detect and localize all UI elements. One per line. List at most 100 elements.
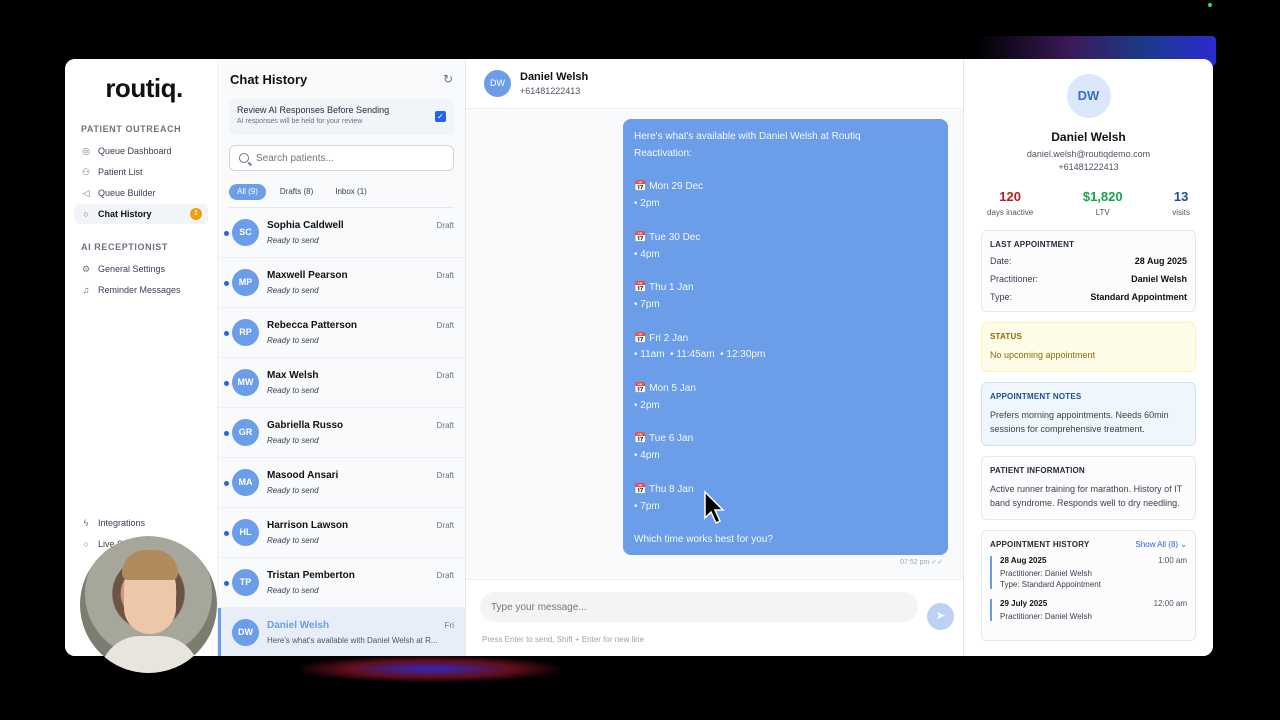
message-input[interactable] [480,592,918,622]
avatar: MP [232,269,259,296]
tab-all[interactable]: All (9) [229,184,266,200]
sidebar-item-patient-list[interactable]: ⚇ Patient List [74,162,208,182]
target-icon: ◎ [82,146,90,156]
conversation-item[interactable]: TP Tristan Pemberton Ready to send Draft [218,558,465,608]
message-line: 📅 Mon 29 Dec [634,181,704,193]
stat-value: 13 [1173,189,1189,204]
history-practitioner: Practitioner: Daniel Welsh [1000,569,1092,578]
search-input[interactable] [256,152,436,164]
chat-list-panel: Chat History ↻ Review AI Responses Befor… [217,59,466,656]
message-line: • 7pm [634,500,660,512]
patient-name: Daniel Welsh [1051,130,1126,144]
message-line [634,515,937,532]
value: Daniel Welsh [1131,274,1187,284]
conversation-name: Maxwell Pearson [267,270,348,281]
conversation-preview: Ready to send [267,536,319,545]
stat-visits: 13 visits [1172,189,1190,217]
filter-tabs: All (9) Drafts (8) Inbox (1) [229,184,454,208]
review-checkbox[interactable]: ✓ [435,111,446,122]
conversation-item[interactable]: HL Harrison Lawson Ready to send Draft [218,508,465,558]
sidebar-item-queue-dashboard[interactable]: ◎ Queue Dashboard [74,141,208,161]
conversation-name: Daniel Welsh [267,620,330,631]
sidebar-item-integrations[interactable]: ϟ Integrations [74,513,208,533]
chat-icon: ○ [83,209,89,219]
message-line: • 2pm [634,399,660,411]
nav-section-outreach: PATIENT OUTREACH [81,124,182,134]
sidebar-item-chat-history[interactable]: ○ Chat History 1 [74,204,208,224]
bolt-icon: ϟ [83,518,89,528]
conversation-item[interactable]: GR Gabriella Russo Ready to send Draft [218,408,465,458]
review-title: Review AI Responses Before Sending [237,105,390,115]
unread-dot [224,481,229,486]
message-timestamp: 07:52 pm ✓✓ [900,559,943,566]
history-type: Type: Standard Appointment [1000,580,1101,589]
sidebar-item-label: General Settings [98,264,166,274]
tab-drafts[interactable]: Drafts (8) [272,184,321,200]
patient-stats: 120 days inactive $1,820 LTV 13 visits [981,189,1196,217]
conversation-tag: Draft [436,271,454,280]
tab-inbox[interactable]: Inbox (1) [327,184,375,200]
conversation-preview: Ready to send [267,336,319,345]
history-item[interactable]: 28 Aug 2025 1:00 am Practitioner: Daniel… [990,556,1187,589]
message-line [634,263,937,280]
message-line [634,364,937,381]
message-line: Which time works best for you? [634,534,773,546]
patient-search[interactable] [229,145,454,171]
conversation-item[interactable]: RP Rebecca Patterson Ready to send Draft [218,308,465,358]
avatar: TP [232,569,259,596]
mouse-cursor-icon [704,490,725,525]
card-title: APPOINTMENT NOTES [990,392,1082,401]
send-button[interactable]: ➤ [927,603,954,630]
sidebar-item-reminder-messages[interactable]: ♫ Reminder Messages [74,280,208,300]
logo[interactable]: routiq. [71,73,217,104]
sidebar-item-general-settings[interactable]: ⚙ General Settings [74,259,208,279]
conversation-item[interactable]: MA Masood Ansari Ready to send Draft [218,458,465,508]
review-ai-toggle[interactable]: Review AI Responses Before Sending AI re… [229,99,454,135]
card-title: STATUS [990,332,1023,341]
conversation-tag: Draft [436,221,454,230]
status-dot [1208,3,1212,7]
unread-dot [224,531,229,536]
app-window: routiq. PATIENT OUTREACH ◎ Queue Dashboa… [65,59,1213,656]
sidebar-item-label: Reminder Messages [98,285,181,295]
message-bubble: Here's what's available with Daniel Wels… [623,119,948,555]
gear-icon: ⚙ [81,264,91,274]
patient-email: daniel.welsh@routiqdemo.com [1026,149,1151,159]
conversation-item[interactable]: MP Maxwell Pearson Ready to send Draft [218,258,465,308]
chat-contact-phone: +61481222413 [520,86,581,96]
avatar: DW [232,619,259,646]
refresh-icon[interactable]: ↻ [443,72,453,86]
message-line: 📅 Tue 30 Dec [634,231,701,243]
appointment-date-row: Date: 28 Aug 2025 [990,256,1187,266]
sidebar-item-queue-builder[interactable]: ◁ Queue Builder [74,183,208,203]
avatar: HL [232,519,259,546]
appointment-history-card: APPOINTMENT HISTORY Show All (8) ⌄ 28 Au… [981,530,1196,641]
conversation-tag: Draft [436,471,454,480]
last-appointment-card: LAST APPOINTMENT Date: 28 Aug 2025 Practi… [981,230,1196,312]
unread-dot [224,331,229,336]
message-line: Here's what's available with Daniel Wels… [634,131,861,142]
conversation-item[interactable]: SC Sophia Caldwell Ready to send Draft [218,208,465,258]
sidebar-item-label: Integrations [98,518,146,528]
message-composer: ➤ Press Enter to send, Shift + Enter for… [466,579,963,656]
conversation-name: Max Welsh [267,370,319,381]
history-item[interactable]: 29 July 2025 12:00 am Practitioner: Dani… [990,599,1187,621]
conversation-name: Gabriella Russo [267,420,344,431]
avatar: DW [484,70,511,97]
stat-value: $1,820 [1082,189,1123,204]
avatar: MW [232,369,259,396]
message-line [634,415,937,432]
status-card: STATUS No upcoming appointment [981,322,1196,372]
conversation-preview: Ready to send [267,486,319,495]
stat-label: days inactive [987,208,1034,217]
webcam-overlay [80,536,217,673]
unread-dot [224,381,229,386]
label: Practitioner: [990,274,1039,284]
show-all-link[interactable]: Show All (8) ⌄ [1135,540,1187,556]
conversation-item[interactable]: MW Max Welsh Ready to send Draft [218,358,465,408]
message-line: 📅 Tue 6 Jan [634,433,694,445]
send-icon: ➤ [935,610,946,622]
patient-profile-panel: DW Daniel Welsh daniel.welsh@routiqdemo.… [963,59,1213,656]
conversation-item[interactable]: DW Daniel Welsh Here's what's available wi… [218,608,465,656]
message-line: • 4pm [634,450,660,462]
